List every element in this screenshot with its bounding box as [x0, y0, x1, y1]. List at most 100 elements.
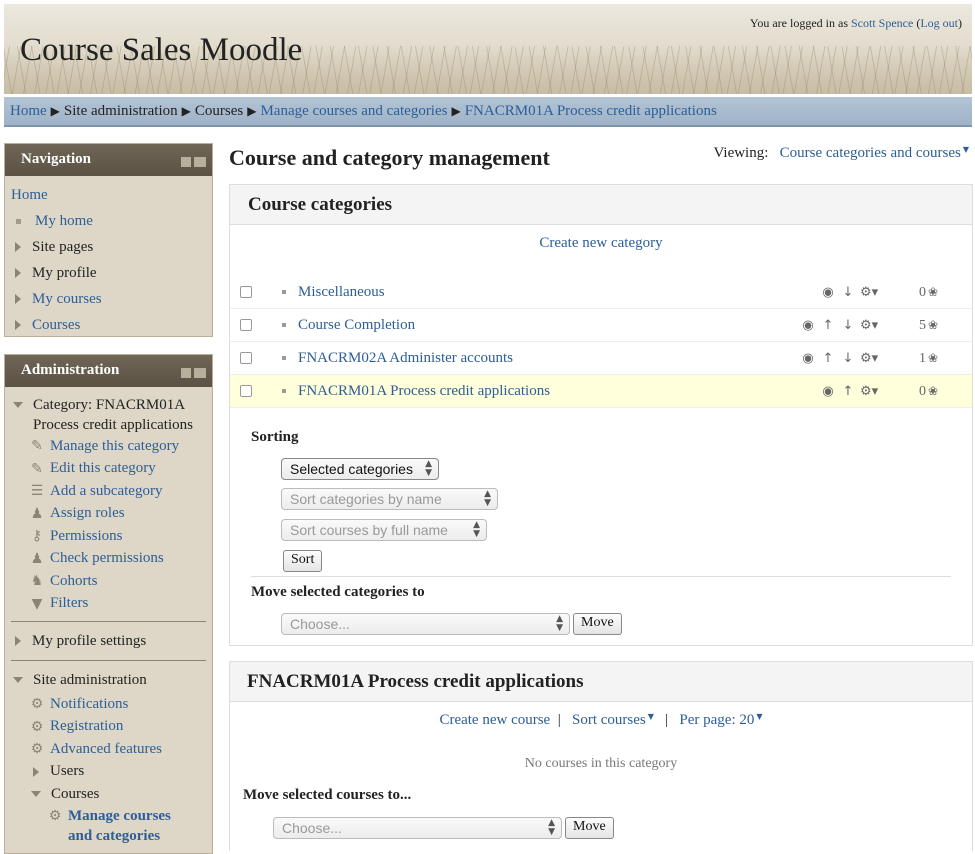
admin-courses[interactable]: Courses — [51, 786, 99, 803]
move-categories-button[interactable]: Move — [573, 613, 622, 635]
move-categories-select[interactable]: Choose... ▲ ▼ — [281, 613, 570, 635]
dock-icon[interactable] — [194, 368, 206, 378]
sort-courses-dropdown[interactable]: Sort courses ▼ — [572, 712, 654, 728]
admin-check-permissions[interactable]: Check permissions — [50, 550, 164, 567]
eye-icon[interactable]: ◉ — [800, 351, 816, 366]
admin-registration[interactable]: Registration — [50, 718, 123, 735]
admin-profile-settings[interactable]: My profile settings — [32, 633, 146, 650]
admin-category-label[interactable]: Category: FNACRM01A Process credit appli… — [33, 395, 203, 435]
category-name[interactable]: FNACRM01A Process credit applications — [298, 383, 550, 400]
sort-button[interactable]: Sort — [283, 550, 323, 572]
admin-edit-category[interactable]: Edit this category — [50, 460, 156, 477]
breadcrumb-separator-icon: ▶ — [247, 104, 257, 118]
admin-add-subcategory[interactable]: Add a subcategory — [50, 483, 162, 500]
expand-icon[interactable] — [15, 320, 21, 330]
navigation-block-header: Navigation — [5, 144, 212, 176]
eye-icon[interactable]: ◉ — [800, 318, 816, 333]
administration-title: Administration — [21, 362, 120, 378]
admin-advanced-features[interactable]: Advanced features — [50, 741, 162, 758]
expand-icon[interactable] — [15, 294, 21, 304]
nav-my-courses[interactable]: My courses — [32, 291, 102, 308]
page-title: Course and category management — [229, 145, 550, 170]
category-checkbox[interactable] — [240, 319, 252, 331]
breadcrumb-home[interactable]: Home — [10, 103, 47, 119]
eye-icon[interactable]: ◉ — [820, 285, 836, 300]
gear-menu-icon[interactable]: ⚙▾ — [860, 285, 878, 300]
admin-manage-courses[interactable]: Manage courses and categories — [68, 806, 198, 846]
arrow-down-icon[interactable]: ↓ — [840, 351, 856, 366]
category-name[interactable]: FNACRM02A Administer accounts — [298, 350, 513, 367]
courses-icon: ❀ — [927, 285, 938, 299]
expand-icon[interactable] — [33, 766, 39, 777]
admin-manage-category[interactable]: Manage this category — [50, 438, 179, 455]
nav-home[interactable]: Home — [11, 187, 48, 204]
edit-icon: ✎ — [31, 438, 43, 455]
gear-menu-icon[interactable]: ⚙▾ — [860, 318, 878, 333]
category-row-selected: FNACRM01A Process credit applications ◉ ↑… — [230, 375, 972, 408]
sort-scope-select[interactable]: Selected categories ▲ ▼ — [281, 458, 439, 480]
collapse-icon[interactable] — [13, 402, 23, 408]
category-checkbox[interactable] — [240, 385, 252, 397]
nav-site-pages[interactable]: Site pages — [32, 239, 93, 256]
courses-icon: ❀ — [927, 351, 938, 365]
category-name[interactable]: Course Completion — [298, 317, 415, 334]
course-count: 1 ❀ — [918, 351, 938, 366]
logout-link[interactable]: Log out — [920, 16, 958, 30]
category-checkbox[interactable] — [240, 352, 252, 364]
minimize-icon[interactable] — [181, 157, 191, 167]
create-category-link[interactable]: Create new category — [539, 235, 662, 251]
collapse-icon[interactable] — [13, 677, 23, 683]
move-courses-button[interactable]: Move — [565, 817, 614, 839]
minimize-icon[interactable] — [181, 368, 191, 378]
expand-icon[interactable] — [15, 242, 21, 252]
admin-notifications[interactable]: Notifications — [50, 696, 128, 713]
gear-menu-icon[interactable]: ⚙▾ — [860, 384, 878, 399]
expand-icon[interactable] — [15, 636, 21, 646]
breadcrumb-courses[interactable]: Courses — [195, 103, 243, 119]
courses-panel: FNACRM01A Process credit applications Cr… — [229, 661, 973, 851]
user-check-icon: ♟ — [30, 550, 44, 567]
select-arrows-icon: ▲ ▼ — [548, 818, 555, 837]
user-name-link[interactable]: Scott Spence — [851, 16, 913, 30]
admin-assign-roles[interactable]: Assign roles — [50, 505, 125, 522]
category-name[interactable]: Miscellaneous — [298, 284, 385, 301]
breadcrumb-manage[interactable]: Manage courses and categories — [260, 103, 447, 119]
create-course-link[interactable]: Create new course — [439, 712, 550, 728]
viewing-label: Viewing: — [713, 145, 769, 161]
arrow-up-icon[interactable]: ↑ — [840, 384, 856, 399]
breadcrumb: Home ▶ Site administration ▶ Courses ▶ Manage … — [4, 97, 972, 127]
admin-cohorts[interactable]: Cohorts — [50, 573, 98, 590]
expand-icon[interactable] — [15, 268, 21, 278]
admin-site-administration[interactable]: Site administration — [33, 672, 147, 689]
arrow-up-icon[interactable]: ↑ — [820, 351, 836, 366]
gear-menu-icon[interactable]: ⚙▾ — [860, 351, 878, 366]
divider — [11, 660, 206, 661]
login-info: You are logged in as Scott Spence (Log o… — [749, 16, 962, 30]
category-checkbox[interactable] — [240, 286, 252, 298]
admin-filters[interactable]: Filters — [50, 595, 88, 612]
select-arrows-icon: ▲ ▼ — [425, 459, 432, 478]
arrow-down-icon[interactable]: ↓ — [840, 318, 856, 333]
nav-courses[interactable]: Courses — [32, 317, 80, 334]
sorting-label: Sorting — [251, 429, 299, 445]
admin-users[interactable]: Users — [50, 763, 84, 780]
per-page-dropdown[interactable]: Per page: 20 ▼ — [679, 712, 762, 728]
cohorts-icon: ♞ — [30, 573, 44, 590]
breadcrumb-current[interactable]: FNACRM01A Process credit applications — [465, 103, 717, 119]
move-courses-select[interactable]: Choose... ▲ ▼ — [273, 817, 562, 839]
bullet-icon — [282, 290, 286, 294]
eye-icon[interactable]: ◉ — [820, 384, 836, 399]
page-header: Course Sales Moodle You are logged in as… — [4, 4, 972, 94]
arrow-up-icon[interactable]: ↑ — [820, 318, 836, 333]
sort-categories-select[interactable]: Sort categories by name ▲ ▼ — [281, 488, 498, 510]
collapse-icon[interactable] — [31, 791, 41, 798]
breadcrumb-site-admin[interactable]: Site administration — [64, 103, 178, 119]
nav-my-home[interactable]: My home — [35, 213, 93, 230]
viewing-dropdown[interactable]: Course categories and courses ▼ — [780, 145, 969, 161]
admin-permissions[interactable]: Permissions — [50, 528, 123, 545]
arrow-down-icon[interactable]: ↓ — [840, 285, 856, 300]
sort-courses-select[interactable]: Sort courses by full name ▲ ▼ — [281, 519, 487, 541]
categories-panel: Course categories Create new category Mi… — [229, 184, 973, 646]
nav-my-profile[interactable]: My profile — [32, 265, 97, 282]
dock-icon[interactable] — [194, 157, 206, 167]
